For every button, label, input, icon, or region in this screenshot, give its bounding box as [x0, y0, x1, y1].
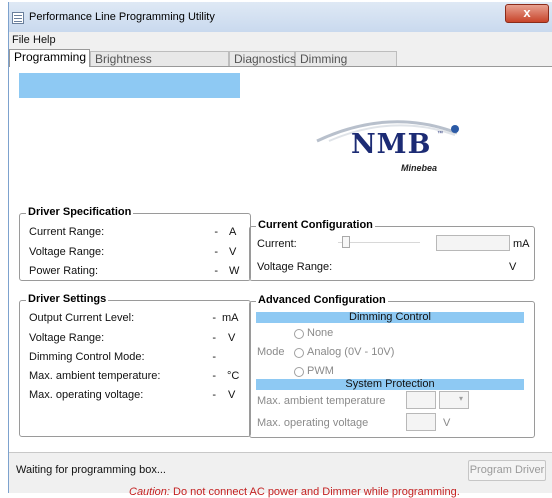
settings-voltage-unit: V	[228, 332, 236, 344]
current-configuration-group: Current Configuration Current: mA Voltag…	[249, 219, 535, 281]
ambient-temp-input[interactable]	[406, 391, 436, 409]
nmb-logo: NMB ™ Minebea	[309, 107, 479, 187]
radio-none-label: None	[307, 327, 334, 339]
close-button[interactable]: x	[505, 4, 549, 23]
logo-trademark: ™	[437, 131, 443, 137]
operating-voltage-label: Max. operating voltage:	[29, 389, 144, 401]
driver-specification-group: Driver Specification Current Range: - A …	[19, 206, 251, 281]
protection-operating-unit: V	[443, 417, 451, 429]
current-configuration-title: Current Configuration	[256, 219, 375, 231]
chevron-down-icon: ▾	[459, 394, 464, 403]
current-unit: mA	[513, 238, 530, 250]
current-range-value: -	[214, 226, 218, 238]
operating-voltage-input[interactable]	[406, 413, 436, 431]
output-current-label: Output Current Level:	[29, 312, 135, 324]
advanced-configuration-title: Advanced Configuration	[256, 294, 388, 306]
radio-pwm[interactable]	[294, 367, 304, 377]
current-slider-label: Current:	[257, 238, 297, 250]
current-range-unit: A	[229, 226, 237, 238]
settings-voltage-value: -	[212, 332, 216, 344]
tab-programming[interactable]: Programming	[9, 49, 90, 67]
dimming-control-header: Dimming Control	[256, 312, 524, 323]
power-rating-unit: W	[229, 265, 240, 277]
tab-dimming-selector[interactable]: Dimming Selector	[295, 51, 397, 81]
voltage-range-unit: V	[229, 246, 237, 258]
power-rating-value: -	[214, 265, 218, 277]
tab-bar: Programming Brightness Compensation Diag…	[9, 49, 552, 81]
logo-text: NMB	[351, 129, 432, 160]
ambient-temp-value: -	[212, 370, 216, 382]
system-protection-header: System Protection	[256, 379, 524, 390]
ambient-unit-dropdown[interactable]: ▾	[439, 391, 469, 409]
close-icon: x	[523, 5, 531, 20]
logo-subtext: Minebea	[401, 163, 438, 173]
caution-message: Caution: Do not connect AC power and Dim…	[129, 486, 460, 498]
dimming-mode-value: -	[212, 351, 216, 363]
caution-label: Caution:	[129, 486, 170, 498]
info-banner	[19, 73, 240, 98]
driver-settings-title: Driver Settings	[26, 293, 109, 305]
config-voltage-unit: V	[509, 261, 517, 273]
protection-ambient-label: Max. ambient temperature	[257, 395, 386, 407]
mode-label: Mode	[257, 346, 285, 358]
caution-text: Do not connect AC power and Dimmer while…	[169, 486, 460, 498]
radio-analog-label: Analog (0V - 10V)	[307, 346, 395, 358]
driver-settings-group: Driver Settings Output Current Level: - …	[19, 293, 251, 437]
current-slider-thumb[interactable]	[342, 236, 350, 248]
radio-none[interactable]	[294, 329, 304, 339]
operating-voltage-unit: V	[228, 389, 236, 401]
menu-help[interactable]: Help	[33, 34, 56, 46]
ambient-temp-unit: °C	[227, 370, 240, 382]
tab-diagnostics[interactable]: Diagnostics	[229, 51, 296, 66]
voltage-range-value: -	[214, 246, 218, 258]
config-voltage-label: Voltage Range:	[257, 261, 333, 273]
output-current-unit: mA	[222, 312, 239, 324]
settings-voltage-label: Voltage Range:	[29, 332, 105, 344]
window-title: Performance Line Programming Utility	[29, 11, 215, 23]
driver-specification-title: Driver Specification	[26, 206, 134, 218]
operating-voltage-value: -	[212, 389, 216, 401]
program-driver-button[interactable]: Program Driver	[468, 460, 546, 481]
title-bar: Performance Line Programming Utility x	[9, 2, 552, 32]
output-current-value: -	[212, 312, 216, 324]
power-rating-label: Power Rating:	[29, 265, 99, 277]
status-text: Waiting for programming box...	[16, 464, 166, 476]
ambient-temp-label: Max. ambient temperature:	[29, 370, 161, 382]
menu-file[interactable]: File	[12, 34, 30, 46]
current-range-label: Current Range:	[29, 226, 105, 238]
current-input[interactable]	[436, 235, 510, 251]
current-slider-track	[338, 242, 420, 243]
app-window: Performance Line Programming Utility x F…	[8, 2, 552, 498]
voltage-range-label: Voltage Range:	[29, 246, 105, 258]
dimming-mode-label: Dimming Control Mode:	[29, 351, 145, 363]
radio-pwm-label: PWM	[307, 365, 334, 377]
advanced-configuration-group: Advanced Configuration Dimming Control N…	[249, 294, 535, 438]
programming-panel: NMB ™ Minebea Driver Specification Curre…	[9, 66, 552, 452]
protection-operating-label: Max. operating voltage	[257, 417, 369, 429]
status-bar: Waiting for programming box... Program D…	[9, 452, 552, 498]
app-icon	[12, 12, 24, 24]
tab-brightness-compensation[interactable]: Brightness Compensation	[90, 51, 229, 81]
radio-analog[interactable]	[294, 348, 304, 358]
